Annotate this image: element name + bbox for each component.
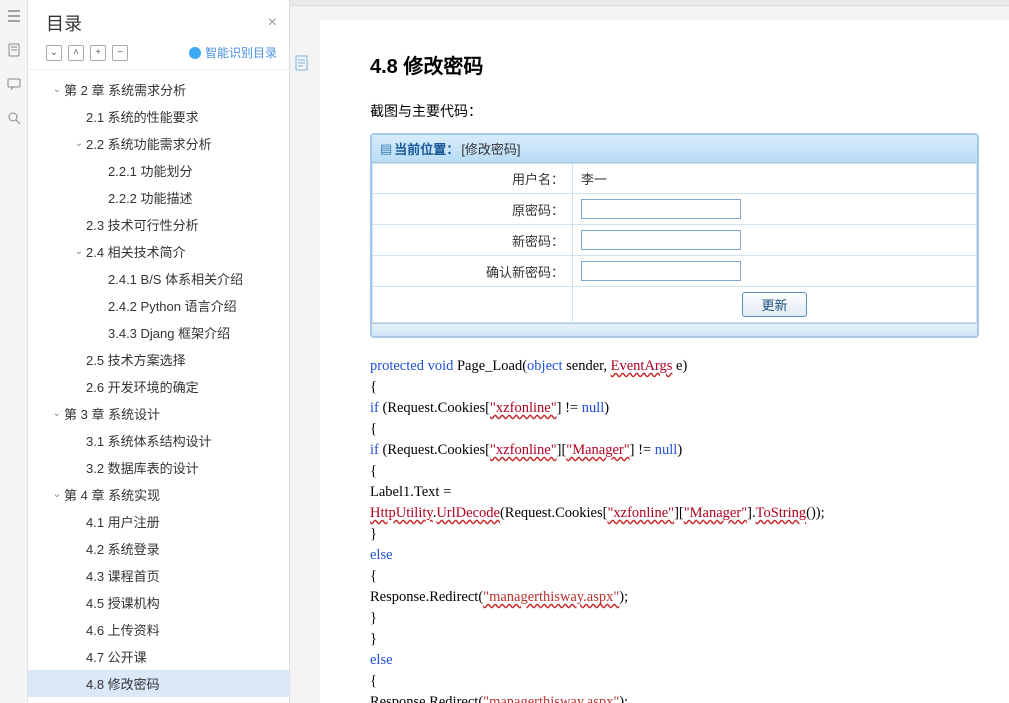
toc-item[interactable]: 4.2 系统登录 xyxy=(28,535,289,562)
toc-item[interactable]: 3.2 数据库表的设计 xyxy=(28,454,289,481)
toc-item[interactable]: 4.1 用户注册 xyxy=(28,508,289,535)
toc-sidebar: 目录 × ⌄ ˄ + − 智能识别目录 ⌄第 2 章 系统需求分析2.1 系统的… xyxy=(28,0,290,703)
section-heading: 4.8 修改密码 xyxy=(370,50,979,79)
confirm-label: 确认新密码： xyxy=(373,256,573,287)
toc-item[interactable]: 4.8 修改密码 xyxy=(28,670,289,697)
toc-item-label: 4.2 系统登录 xyxy=(86,539,160,558)
toc-item-label: 2.3 技术可行性分析 xyxy=(86,215,199,234)
username-value: 李一 xyxy=(573,164,977,194)
toc-item-label: 4.1 用户注册 xyxy=(86,512,160,531)
toc-item-label: 3.2 数据库表的设计 xyxy=(86,458,199,477)
screenshot-form: ▤ 当前位置：[修改密码] 用户名： 李一 原密码： 新密码： xyxy=(370,133,979,338)
newpwd-input[interactable] xyxy=(581,230,741,250)
search-icon[interactable] xyxy=(6,110,22,126)
update-button[interactable]: 更新 xyxy=(742,292,806,317)
toc-item-label: 4.5 授课机构 xyxy=(86,593,160,612)
toc-item[interactable]: ⌄2.2 系统功能需求分析 xyxy=(28,130,289,157)
toc-item-label: 2.2 系统功能需求分析 xyxy=(86,134,212,153)
document-viewport[interactable]: 4.8 修改密码 截图与主要代码： ▤ 当前位置：[修改密码] 用户名： 李一 … xyxy=(290,0,1009,703)
toc-item[interactable]: ⌄2.4 相关技术简介 xyxy=(28,238,289,265)
zoom-in-button[interactable]: + xyxy=(90,45,106,61)
page-type-icon xyxy=(295,55,311,76)
toc-item[interactable]: 2.6 开发环境的确定 xyxy=(28,373,289,400)
toc-item-label: 2.4.1 B/S 体系相关介绍 xyxy=(108,269,243,288)
zoom-out-button[interactable]: − xyxy=(112,45,128,61)
breadcrumb-value: [修改密码] xyxy=(461,139,520,158)
page-gap xyxy=(290,0,1009,6)
toc-item[interactable]: ⌄第 4 章 系统实现 xyxy=(28,481,289,508)
username-label: 用户名： xyxy=(373,164,573,194)
toc-item[interactable]: ⌄第 3 章 系统设计 xyxy=(28,400,289,427)
sidebar-title: 目录 xyxy=(46,10,82,36)
toc-item[interactable]: 3.1 系统体系结构设计 xyxy=(28,427,289,454)
menu-icon[interactable] xyxy=(6,8,22,24)
chevron-down-icon: ⌄ xyxy=(50,489,64,500)
left-rail xyxy=(0,0,28,703)
toc-item-label: 3.4.3 Djang 框架介绍 xyxy=(108,323,230,342)
toc-item[interactable]: 4.5 授课机构 xyxy=(28,589,289,616)
newpwd-label: 新密码： xyxy=(373,225,573,256)
toc-item[interactable]: ⌄第 2 章 系统需求分析 xyxy=(28,76,289,103)
toc-item-label: 4.3 课程首页 xyxy=(86,566,160,585)
toc-item[interactable]: 2.4.2 Python 语言介绍 xyxy=(28,292,289,319)
toc-item-label: 4.7 公开课 xyxy=(86,647,147,666)
toc-item-label: 4.8 修改密码 xyxy=(86,674,160,693)
toc-item-label: 2.5 技术方案选择 xyxy=(86,350,186,369)
toc-item-label: 第 3 章 系统设计 xyxy=(64,404,160,423)
toc-item-label: 3.1 系统体系结构设计 xyxy=(86,431,212,450)
toc-item[interactable]: 3.4.3 Djang 框架介绍 xyxy=(28,319,289,346)
comment-icon[interactable] xyxy=(6,76,22,92)
toc-item[interactable]: 2.5 技术方案选择 xyxy=(28,346,289,373)
toc-item-label: 第 2 章 系统需求分析 xyxy=(64,80,186,99)
smart-toc-label: 智能识别目录 xyxy=(205,44,277,61)
doc-icon: ▤ xyxy=(380,141,392,157)
expand-up-button[interactable]: ˄ xyxy=(68,45,84,61)
toc-item-label: 2.4.2 Python 语言介绍 xyxy=(108,296,237,315)
toc-tree: ⌄第 2 章 系统需求分析2.1 系统的性能要求⌄2.2 系统功能需求分析2.2… xyxy=(28,70,289,703)
toc-item-label: 2.6 开发环境的确定 xyxy=(86,377,199,396)
toc-item[interactable]: 2.2.1 功能划分 xyxy=(28,157,289,184)
toc-item[interactable]: 2.4.1 B/S 体系相关介绍 xyxy=(28,265,289,292)
toc-item[interactable]: 2.3 技术可行性分析 xyxy=(28,211,289,238)
breadcrumb-bar: ▤ 当前位置：[修改密码] xyxy=(372,135,977,163)
toc-item-label: 2.2.2 功能描述 xyxy=(108,188,193,207)
toc-item-label: 4.6 上传资料 xyxy=(86,620,160,639)
oldpwd-label: 原密码： xyxy=(373,194,573,225)
toc-item[interactable]: 2.1 系统的性能要求 xyxy=(28,103,289,130)
form-footer-bar xyxy=(372,323,977,336)
smart-toc-icon xyxy=(189,47,201,59)
toc-item[interactable]: 2.2.2 功能描述 xyxy=(28,184,289,211)
toc-item-label: 第 4 章 系统实现 xyxy=(64,485,160,504)
smart-toc-button[interactable]: 智能识别目录 xyxy=(189,44,277,61)
confirm-input[interactable] xyxy=(581,261,741,281)
toc-item[interactable]: ⌄第 5 章 总结 xyxy=(28,697,289,703)
collapse-all-button[interactable]: ⌄ xyxy=(46,45,62,61)
oldpwd-input[interactable] xyxy=(581,199,741,219)
toc-item[interactable]: 4.3 课程首页 xyxy=(28,562,289,589)
document-page: 4.8 修改密码 截图与主要代码： ▤ 当前位置：[修改密码] 用户名： 李一 … xyxy=(320,20,1009,703)
section-subhead: 截图与主要代码： xyxy=(370,101,979,121)
toc-item[interactable]: 4.7 公开课 xyxy=(28,643,289,670)
code-block: protected void Page_Load(object sender, … xyxy=(370,356,979,703)
close-icon[interactable]: × xyxy=(268,14,277,32)
chevron-down-icon: ⌄ xyxy=(50,408,64,419)
toc-item-label: 2.4 相关技术简介 xyxy=(86,242,186,261)
chevron-down-icon: ⌄ xyxy=(72,138,86,149)
bookmark-icon[interactable] xyxy=(6,42,22,58)
chevron-down-icon: ⌄ xyxy=(50,84,64,95)
toc-item[interactable]: 4.6 上传资料 xyxy=(28,616,289,643)
breadcrumb-label: 当前位置： xyxy=(394,139,459,158)
chevron-down-icon: ⌄ xyxy=(72,246,86,257)
toc-item-label: 2.1 系统的性能要求 xyxy=(86,107,199,126)
toc-item-label: 2.2.1 功能划分 xyxy=(108,161,193,180)
